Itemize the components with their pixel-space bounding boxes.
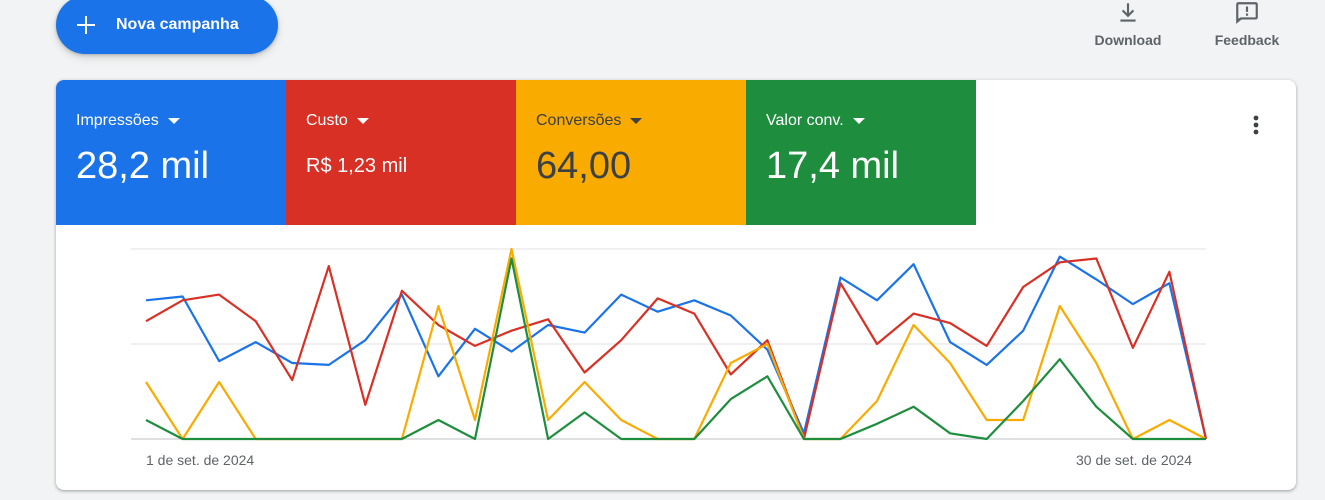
feedback-icon — [1236, 2, 1258, 24]
metric-impressions-value: 28,2 mil — [76, 145, 210, 187]
metric-conversions-label: Conversões — [536, 112, 622, 129]
metric-conversions-header: Conversões — [536, 112, 726, 130]
feedback-label: Feedback — [1214, 32, 1280, 48]
metric-conv-value-header: Valor conv. — [766, 112, 956, 130]
metric-cost-header: Custo — [306, 112, 496, 130]
caret-down-icon — [630, 118, 643, 124]
metric-tabs: Impressões 28,2 mil Custo R$ 1,23 mil Co… — [56, 80, 976, 225]
more-vert-icon — [1253, 115, 1259, 135]
performance-line-chart — [131, 247, 1208, 441]
download-button[interactable]: Download — [1083, 0, 1173, 48]
metric-conv-value[interactable]: Valor conv. 17,4 mil — [746, 80, 976, 225]
metric-impressions[interactable]: Impressões 28,2 mil — [56, 80, 286, 225]
metric-conv-value-label: Valor conv. — [766, 112, 844, 129]
metric-cost[interactable]: Custo R$ 1,23 mil — [286, 80, 516, 225]
caret-down-icon — [356, 118, 369, 124]
metric-conversions-value: 64,00 — [536, 145, 632, 187]
x-axis-end-label: 30 de set. de 2024 — [1076, 452, 1192, 468]
metric-impressions-label: Impressões — [76, 112, 159, 129]
plus-icon — [77, 16, 95, 34]
metric-conversions[interactable]: Conversões 64,00 — [516, 80, 746, 225]
metric-conv-value-value: 17,4 mil — [766, 145, 900, 187]
new-campaign-button[interactable]: Nova campanha — [56, 0, 278, 54]
performance-card: Impressões 28,2 mil Custo R$ 1,23 mil Co… — [56, 80, 1296, 490]
metric-cost-label: Custo — [306, 112, 348, 129]
download-label: Download — [1094, 32, 1162, 48]
caret-down-icon — [167, 118, 180, 124]
metric-impressions-header: Impressões — [76, 112, 266, 130]
feedback-button[interactable]: Feedback — [1202, 0, 1292, 48]
more-options-button[interactable] — [1241, 110, 1271, 140]
x-axis-start-label: 1 de set. de 2024 — [146, 452, 255, 468]
download-icon — [1120, 3, 1136, 22]
caret-down-icon — [852, 118, 865, 124]
metric-cost-value: R$ 1,23 mil — [306, 155, 408, 177]
new-campaign-label: Nova campanha — [116, 16, 239, 33]
